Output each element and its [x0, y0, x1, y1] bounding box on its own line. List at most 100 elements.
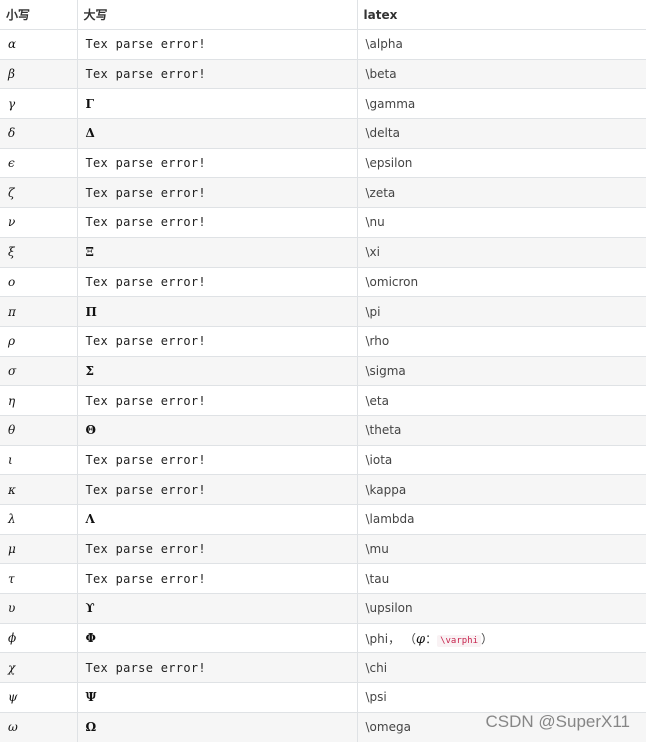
uppercase-cell: Δ	[77, 118, 358, 149]
lowercase-cell: ζ	[0, 177, 78, 208]
latex-command: \mu	[365, 542, 389, 557]
lowercase-symbol: ρ	[8, 334, 16, 349]
latex-command: \tau	[365, 571, 390, 586]
lowercase-cell: ρ	[0, 325, 78, 357]
latex-cell: \iota	[357, 444, 646, 475]
latex-command: \phi，	[365, 631, 401, 646]
latex-cell: \mu	[357, 533, 646, 564]
latex-command: \chi	[365, 660, 388, 675]
lowercase-cell: ϕ	[0, 622, 78, 653]
latex-command: \zeta	[365, 185, 396, 200]
latex-command: \alpha	[365, 37, 403, 52]
lowercase-cell: γ	[0, 88, 78, 119]
table-row: χ Tex parse error! \chi	[0, 652, 646, 683]
lowercase-symbol: μ	[8, 542, 16, 557]
parse-error-text: Tex parse error!	[85, 542, 206, 557]
lowercase-symbol: o	[8, 274, 16, 289]
latex-cell: \zeta	[357, 177, 646, 208]
lowercase-cell: o	[0, 266, 78, 297]
uppercase-symbol: Δ	[85, 126, 95, 141]
lowercase-symbol: β	[8, 67, 15, 82]
latex-cell: \omicron	[357, 266, 646, 297]
uppercase-symbol: Σ	[85, 363, 94, 378]
uppercase-cell: Tex parse error!	[77, 147, 358, 178]
parse-error-text: Tex parse error!	[85, 185, 206, 200]
lowercase-symbol: γ	[8, 96, 16, 111]
latex-cell: \theta	[357, 414, 646, 446]
table-row: υ ϒ \upsilon	[0, 593, 646, 624]
lowercase-cell: θ	[0, 414, 78, 446]
uppercase-cell: Ω	[77, 711, 358, 742]
table-row: ζ Tex parse error! \zeta	[0, 177, 646, 208]
uppercase-cell: Tex parse error!	[77, 533, 358, 564]
watermark: CSDN @SuperX11	[485, 712, 631, 731]
greek-letter-table: 小写 大写 latex α Tex parse error! \alpha β Tex …	[0, 0, 646, 742]
lowercase-cell: χ	[0, 652, 78, 683]
lowercase-cell: ν	[0, 207, 78, 238]
lowercase-symbol: λ	[8, 512, 16, 527]
lowercase-cell: β	[0, 58, 78, 89]
uppercase-cell: Tex parse error!	[77, 474, 358, 505]
lowercase-symbol: π	[8, 304, 16, 319]
latex-command: \eta	[365, 393, 389, 408]
lowercase-symbol: ξ	[8, 245, 15, 260]
table-row: β Tex parse error! \beta	[0, 58, 646, 89]
parse-error-text: Tex parse error!	[85, 334, 206, 349]
lowercase-symbol: ψ	[8, 690, 18, 705]
lowercase-symbol: α	[8, 37, 17, 52]
uppercase-cell: Tex parse error!	[77, 385, 358, 416]
lowercase-cell: η	[0, 385, 78, 416]
latex-command: \xi	[365, 245, 380, 260]
latex-cell: \pi	[357, 296, 646, 327]
latex-cell: \psi	[357, 682, 646, 713]
table-row: ξ Ξ \xi	[0, 236, 646, 267]
table-row: τ Tex parse error! \tau	[0, 563, 646, 594]
table-row: θ Θ \theta	[0, 414, 646, 446]
lowercase-symbol: δ	[8, 126, 16, 141]
latex-cell: \chi	[357, 652, 646, 683]
lowercase-cell: υ	[0, 593, 78, 624]
uppercase-symbol: Ω	[85, 720, 97, 735]
uppercase-cell: Λ	[77, 504, 358, 535]
latex-command: \omicron	[365, 274, 419, 289]
latex-cell: \epsilon	[357, 147, 646, 178]
uppercase-cell: Tex parse error!	[77, 325, 358, 357]
lowercase-cell: λ	[0, 504, 78, 535]
lowercase-symbol: ι	[8, 452, 13, 467]
latex-command: \psi	[365, 690, 387, 705]
lowercase-symbol: κ	[8, 482, 16, 497]
latex-cell: \gamma	[357, 88, 646, 119]
note-separator: ：	[425, 631, 438, 646]
uppercase-cell: Tex parse error!	[77, 29, 358, 60]
header-lowercase: 小写	[0, 0, 78, 30]
parse-error-text: Tex parse error!	[85, 393, 206, 408]
table-row: π Π \pi	[0, 296, 646, 327]
latex-command: \gamma	[365, 96, 416, 111]
latex-command: \delta	[365, 126, 400, 141]
parse-error-text: Tex parse error!	[85, 67, 206, 82]
latex-command: \kappa	[365, 482, 407, 497]
lowercase-symbol: θ	[8, 423, 16, 438]
lowercase-cell: τ	[0, 563, 78, 594]
uppercase-cell: Tex parse error!	[77, 58, 358, 89]
lowercase-cell: ϵ	[0, 147, 78, 178]
table-row: ϕ Φ \phi， （φ： \varphi）	[0, 622, 646, 653]
lowercase-cell: α	[0, 29, 78, 60]
lowercase-symbol: σ	[8, 363, 17, 378]
table-row: ι Tex parse error! \iota	[0, 444, 646, 475]
latex-cell: \nu	[357, 207, 646, 238]
lowercase-cell: ξ	[0, 236, 78, 267]
parse-error-text: Tex parse error!	[85, 571, 206, 586]
parse-error-text: Tex parse error!	[85, 156, 206, 171]
uppercase-cell: Tex parse error!	[77, 563, 358, 594]
latex-cell: \phi， （φ： \varphi）	[357, 622, 646, 653]
lowercase-symbol: υ	[8, 601, 16, 616]
parse-error-text: Tex parse error!	[85, 37, 206, 52]
latex-cell: \lambda	[357, 504, 646, 535]
lowercase-symbol: ν	[8, 215, 16, 230]
uppercase-symbol: Π	[85, 304, 97, 319]
note-symbol: φ	[415, 631, 426, 647]
uppercase-symbol: ϒ	[85, 601, 95, 616]
parse-error-text: Tex parse error!	[85, 452, 206, 467]
latex-command: \iota	[365, 452, 393, 467]
